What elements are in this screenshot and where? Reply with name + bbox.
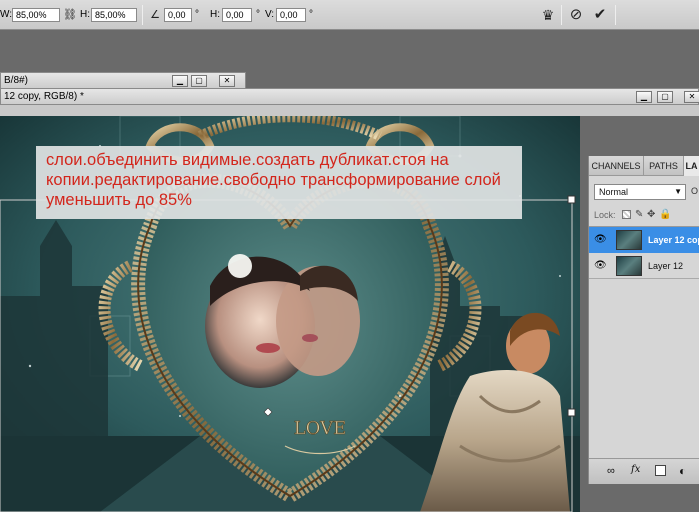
layer-thumbnail [616, 256, 642, 276]
angle-icon: ∠ [150, 9, 160, 21]
divider [561, 5, 562, 25]
angle-field[interactable]: 0,00 [164, 8, 192, 22]
link-layers-icon[interactable]: ∞ [607, 465, 615, 477]
tab-paths[interactable]: PATHS [644, 156, 684, 176]
lock-all-icon[interactable]: 🔒 [659, 208, 671, 222]
degree-symbol: ° [195, 9, 199, 20]
layer-name: Layer 12 [648, 261, 684, 271]
blend-mode-select[interactable]: Normal ▼ [594, 184, 686, 200]
document-title: 12 copy, RGB/8) * [4, 91, 84, 102]
layer-mask-icon[interactable] [655, 465, 666, 476]
layers-panel: CHANNELS PATHS LA Normal ▼ O Lock: ✎ ✥ 🔒… [588, 156, 699, 484]
layer-thumbnail [616, 230, 642, 250]
width-label: W: [0, 9, 13, 20]
maximize-button[interactable]: ▢ [657, 91, 673, 103]
transform-options-bar: W: 85,00% ⛓ H: 85,00% ∠ 0,00 ° H: 0,00 °… [0, 0, 699, 30]
cancel-transform-icon[interactable]: ⊘ [567, 6, 585, 24]
minimize-button[interactable]: ▁ [636, 91, 652, 103]
close-button[interactable]: ✕ [219, 75, 235, 87]
layer-row-layer-12[interactable]: 👁 Layer 12 [589, 253, 699, 279]
tab-channels[interactable]: CHANNELS [589, 156, 644, 176]
adjustment-layer-icon[interactable]: ◐ [679, 464, 686, 478]
lock-transparency-icon[interactable] [622, 210, 631, 219]
layer-style-icon[interactable]: fx [631, 464, 640, 475]
layer-name: Layer 12 copy [648, 235, 699, 245]
warp-mode-icon[interactable]: ♛ [539, 6, 557, 24]
h-skew-field[interactable]: 0,00 [222, 8, 252, 22]
degree-symbol: ° [256, 9, 260, 20]
height-field[interactable]: 85,00% [91, 8, 137, 22]
divider [615, 5, 616, 25]
width-field[interactable]: 85,00% [12, 8, 60, 22]
chevron-down-icon: ▼ [674, 187, 682, 196]
maximize-button[interactable]: ▢ [191, 75, 207, 87]
blend-mode-value: Normal [599, 187, 629, 197]
window-frame [0, 105, 699, 116]
v-skew-label: V: [265, 9, 275, 20]
lock-pixels-icon[interactable]: ✎ [635, 208, 643, 222]
height-label: H: [80, 9, 90, 20]
lock-label: Lock: [594, 210, 616, 220]
commit-transform-icon[interactable]: ✔ [591, 6, 609, 24]
tab-layers[interactable]: LA [684, 156, 699, 176]
v-skew-field[interactable]: 0,00 [276, 8, 306, 22]
document-window-back[interactable]: B/8#) ▁ ▢ ✕ [0, 72, 246, 89]
eye-icon[interactable]: 👁 [594, 234, 607, 246]
document-title: B/8#) [4, 75, 28, 86]
lock-row: Lock: ✎ ✥ 🔒 [594, 208, 699, 222]
document-window-front[interactable]: 12 copy, RGB/8) * ▁ ▢ ✕ [0, 88, 699, 105]
close-button[interactable]: ✕ [684, 91, 699, 103]
instruction-caption: слои.объединить видимые.создать дубликат… [36, 146, 522, 219]
link-icon[interactable]: ⛓ [61, 6, 79, 24]
minimize-button[interactable]: ▁ [172, 75, 188, 87]
eye-icon[interactable]: 👁 [594, 260, 607, 272]
degree-symbol: ° [309, 9, 313, 20]
lock-position-icon[interactable]: ✥ [647, 208, 655, 222]
h-skew-label: H: [210, 9, 220, 20]
love-text: LOVE [294, 418, 347, 439]
layer-row-layer-12-copy[interactable]: 👁 Layer 12 copy [589, 227, 699, 253]
layers-panel-footer: ∞ fx ◐ [589, 458, 699, 484]
divider [142, 5, 143, 25]
opacity-label-clip: O [691, 186, 699, 196]
